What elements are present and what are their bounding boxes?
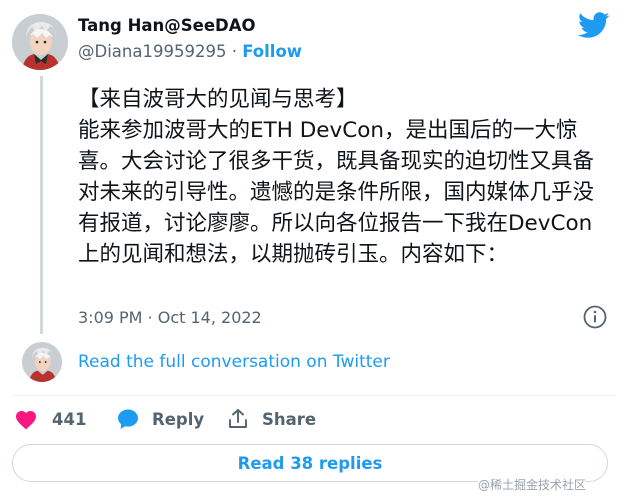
tweet-text: 【来自波哥大的见闻与思考】 能来参加波哥大的ETH DevCon，是出国后的一大…	[78, 87, 595, 267]
author-name[interactable]: Tang Han@SeeDAO	[78, 16, 256, 35]
author-handle-line: @Diana19959295 · Follow	[78, 42, 302, 61]
thread-line	[40, 76, 43, 334]
reply-button[interactable]: Reply	[116, 404, 204, 434]
author-avatar[interactable]	[12, 14, 68, 70]
reply-label: Reply	[152, 409, 205, 429]
like-count: 441	[52, 409, 87, 429]
twitter-bird-icon[interactable]	[578, 12, 610, 39]
follow-button[interactable]: Follow	[242, 42, 302, 61]
share-upload-icon	[229, 409, 247, 428]
share-button[interactable]: Share	[226, 404, 316, 434]
author-handle[interactable]: @Diana19959295	[78, 42, 226, 61]
tweet-timestamp[interactable]: 3:09 PM · Oct 14, 2022	[78, 308, 262, 327]
like-button[interactable]: 441	[14, 404, 86, 434]
read-conversation-link[interactable]: Read the full conversation on Twitter	[78, 352, 390, 372]
heart-icon	[16, 411, 36, 430]
conversation-avatar[interactable]	[22, 342, 62, 382]
separator-dot: ·	[231, 42, 237, 61]
share-label: Share	[262, 409, 317, 429]
speech-bubble-icon	[118, 409, 138, 429]
watermark: @稀土掘金技术社区	[478, 476, 587, 493]
info-icon[interactable]	[582, 304, 608, 330]
divider	[12, 395, 616, 396]
